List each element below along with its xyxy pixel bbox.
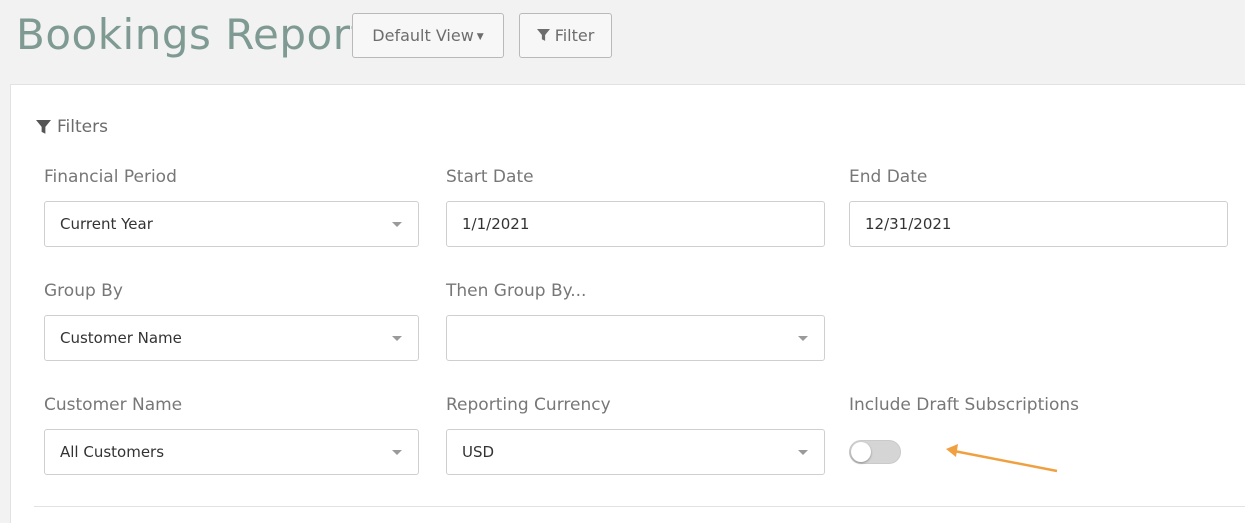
filter-button-label: Filter bbox=[554, 26, 595, 45]
group-by-value: Customer Name bbox=[60, 329, 182, 347]
customer-name-value: All Customers bbox=[60, 443, 165, 461]
start-date-input[interactable]: 1/1/2021 bbox=[446, 201, 825, 247]
reporting-currency-select[interactable]: USD bbox=[446, 429, 825, 475]
toggle-knob bbox=[851, 442, 871, 462]
chevron-down-icon bbox=[392, 222, 402, 227]
chevron-down-icon bbox=[798, 336, 808, 341]
chevron-down-icon bbox=[798, 450, 808, 455]
end-date-label: End Date bbox=[849, 167, 928, 187]
financial-period-value: Current Year bbox=[60, 215, 153, 233]
chevron-down-icon bbox=[392, 336, 402, 341]
filter-icon bbox=[36, 119, 51, 134]
customer-name-select[interactable]: All Customers bbox=[44, 429, 419, 475]
start-date-label: Start Date bbox=[446, 167, 534, 187]
filters-heading: Filters bbox=[36, 117, 108, 137]
include-drafts-toggle[interactable] bbox=[849, 440, 901, 464]
end-date-value: 12/31/2021 bbox=[865, 215, 952, 233]
annotation-arrow bbox=[946, 444, 1058, 473]
financial-period-select[interactable]: Current Year bbox=[44, 201, 419, 247]
end-date-input[interactable]: 12/31/2021 bbox=[849, 201, 1228, 247]
page-title: Bookings Report bbox=[16, 10, 368, 59]
filter-button[interactable]: Filter bbox=[519, 13, 612, 58]
filters-heading-label: Filters bbox=[57, 117, 108, 137]
financial-period-label: Financial Period bbox=[44, 167, 177, 187]
customer-name-label: Customer Name bbox=[44, 395, 183, 415]
reporting-currency-label: Reporting Currency bbox=[446, 395, 611, 415]
chevron-down-icon bbox=[392, 450, 402, 455]
start-date-value: 1/1/2021 bbox=[462, 215, 530, 233]
divider bbox=[34, 506, 1245, 507]
group-by-label: Group By bbox=[44, 281, 123, 301]
include-drafts-label: Include Draft Subscriptions bbox=[849, 395, 1080, 415]
default-view-button[interactable]: Default View ▼ bbox=[352, 13, 504, 58]
then-group-by-label: Then Group By... bbox=[446, 281, 587, 301]
filter-icon bbox=[536, 29, 550, 41]
then-group-by-select[interactable] bbox=[446, 315, 825, 361]
caret-down-icon: ▼ bbox=[476, 31, 484, 42]
default-view-label: Default View bbox=[372, 26, 474, 45]
group-by-select[interactable]: Customer Name bbox=[44, 315, 419, 361]
reporting-currency-value: USD bbox=[462, 443, 495, 461]
